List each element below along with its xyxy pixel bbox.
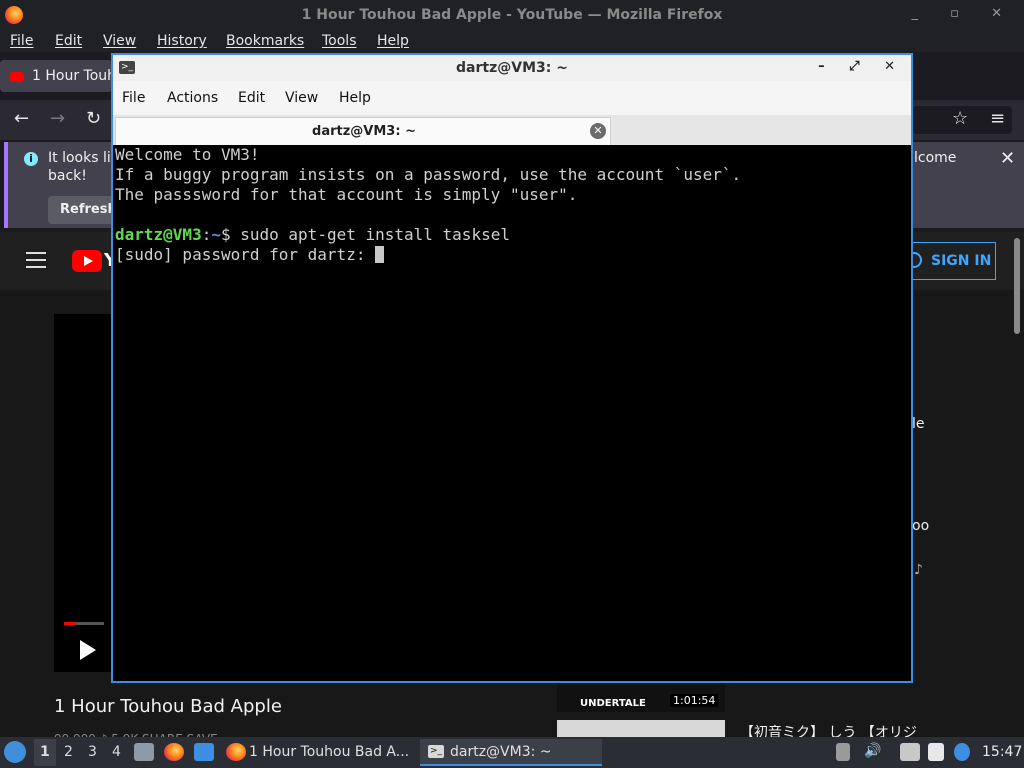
firefox-titlebar: 1 Hour Touhou Bad Apple - YouTube — Mozi…	[0, 0, 1024, 30]
reload-icon[interactable]: ↻	[86, 108, 101, 129]
browser-tab-label: 1 Hour Touh	[32, 68, 117, 84]
firefox-launcher-icon[interactable]	[164, 743, 184, 761]
notification-text: It looks lik	[48, 150, 119, 166]
browser-tab-youtube[interactable]: 1 Hour Touh	[0, 60, 116, 92]
forward-icon[interactable]: →	[50, 108, 65, 129]
desktop-icon[interactable]	[194, 743, 214, 761]
terminal-prompt-line: dartz@VM3:~$ sudo apt-get install taskse…	[115, 225, 909, 245]
workspace-4[interactable]: 4	[112, 744, 121, 760]
app-menu-icon[interactable]: ≡	[990, 108, 1005, 129]
youtube-logo-play-icon	[84, 256, 93, 266]
volume-icon[interactable]: 🔊	[864, 743, 884, 761]
terminal-output[interactable]: Welcome to VM3! If a buggy program insist…	[113, 145, 911, 681]
terminal-menu-file[interactable]: File	[122, 90, 145, 106]
update-icon[interactable]	[836, 743, 850, 761]
prompt-path: ~	[211, 225, 221, 244]
terminal-line: If a buggy program insists on a password…	[115, 165, 742, 184]
terminal-menu-view[interactable]: View	[285, 90, 318, 106]
terminal-tab-label: dartz@VM3: ~	[312, 124, 416, 139]
terminal-menu-help[interactable]: Help	[339, 90, 371, 106]
firefox-window-controls[interactable]: _ ▫ ✕	[912, 6, 1016, 21]
taskbar-item-terminal-label: dartz@VM3: ~	[450, 744, 552, 760]
hamburger-menu-icon[interactable]	[26, 252, 46, 268]
recommended-thumbnail-2[interactable]	[557, 720, 725, 737]
close-icon[interactable]: ✕	[1000, 148, 1015, 169]
workspace-3[interactable]: 3	[88, 744, 97, 760]
terminal-line: Welcome to VM3!	[115, 145, 260, 164]
thumbnail-duration: 1:01:54	[670, 694, 719, 707]
menu-file[interactable]: File	[10, 33, 33, 49]
prompt-colon: :	[201, 225, 212, 244]
play-icon[interactable]	[80, 640, 96, 660]
firefox-task-icon	[226, 743, 246, 761]
music-note-icon: ♪	[914, 562, 923, 578]
taskbar: 1 2 3 4 1 Hour Touhou Bad A... >_ dartz@…	[0, 737, 1024, 768]
refresh-button[interactable]: Refresh	[48, 196, 120, 224]
page-scrollbar[interactable]	[1014, 238, 1020, 334]
terminal-menubar: File Actions Edit View Help	[113, 81, 911, 115]
text-cursor	[375, 246, 385, 263]
notification-text-2: back!	[48, 168, 87, 184]
prompt-user: dartz@VM3	[115, 225, 202, 244]
menu-view[interactable]: View	[103, 33, 136, 49]
workspace-2[interactable]: 2	[64, 744, 73, 760]
firefox-menubar: File Edit View History Bookmarks Tools H…	[0, 30, 1024, 52]
terminal-window-controls[interactable]: – ⤢ ✕	[818, 59, 905, 74]
terminal-window: >_ dartz@VM3: ~ – ⤢ ✕ File Actions Edit …	[111, 53, 913, 683]
info-icon: i	[24, 152, 38, 166]
terminal-task-icon: >_	[428, 745, 444, 758]
network-icon[interactable]	[900, 743, 920, 761]
video-progress-fill	[64, 622, 76, 625]
prompt-symbol: $	[220, 225, 241, 244]
taskbar-item-firefox-label: 1 Hour Touhou Bad A...	[249, 744, 410, 760]
notification-icon[interactable]	[954, 743, 970, 761]
sidebar-text-fragment: le	[912, 416, 925, 432]
video-title: 1 Hour Touhou Bad Apple	[54, 696, 282, 717]
notification-text-right: lcome	[914, 150, 957, 166]
terminal-command: sudo apt-get install tasksel	[240, 225, 510, 244]
menu-edit[interactable]: Edit	[55, 33, 82, 49]
file-manager-icon[interactable]	[134, 743, 154, 761]
bookmark-star-icon[interactable]: ☆	[952, 108, 968, 129]
youtube-favicon-icon	[10, 72, 24, 82]
menu-tools[interactable]: Tools	[322, 33, 357, 49]
start-menu-icon[interactable]	[4, 741, 26, 763]
terminal-window-title: dartz@VM3: ~	[456, 60, 568, 76]
menu-help[interactable]: Help	[377, 33, 409, 49]
thumbnail-label: UNDERTALE	[580, 698, 646, 709]
close-tab-icon[interactable]: ✕	[590, 123, 606, 139]
menu-history[interactable]: History	[157, 33, 207, 49]
terminal-tabbar: dartz@VM3: ~ ✕	[113, 115, 911, 145]
sudo-password-line: [sudo] password for dartz:	[115, 245, 909, 265]
sidebar-text-fragment-2: oo	[912, 518, 930, 534]
clipboard-icon[interactable]	[928, 743, 944, 761]
terminal-tab[interactable]: dartz@VM3: ~ ✕	[115, 117, 611, 145]
terminal-menu-actions[interactable]: Actions	[167, 90, 218, 106]
terminal-titlebar[interactable]: >_ dartz@VM3: ~ – ⤢ ✕	[113, 55, 911, 81]
firefox-window-title: 1 Hour Touhou Bad Apple - YouTube — Mozi…	[301, 7, 723, 23]
terminal-line: The passsword for that account is simply…	[115, 185, 578, 204]
menu-bookmarks[interactable]: Bookmarks	[226, 33, 304, 49]
sudo-prompt: [sudo] password for dartz:	[115, 245, 376, 264]
clock[interactable]: 15:47	[982, 744, 1022, 760]
workspace-1[interactable]: 1	[40, 744, 50, 760]
terminal-menu-edit[interactable]: Edit	[238, 90, 265, 106]
back-icon[interactable]: ←	[14, 108, 29, 129]
